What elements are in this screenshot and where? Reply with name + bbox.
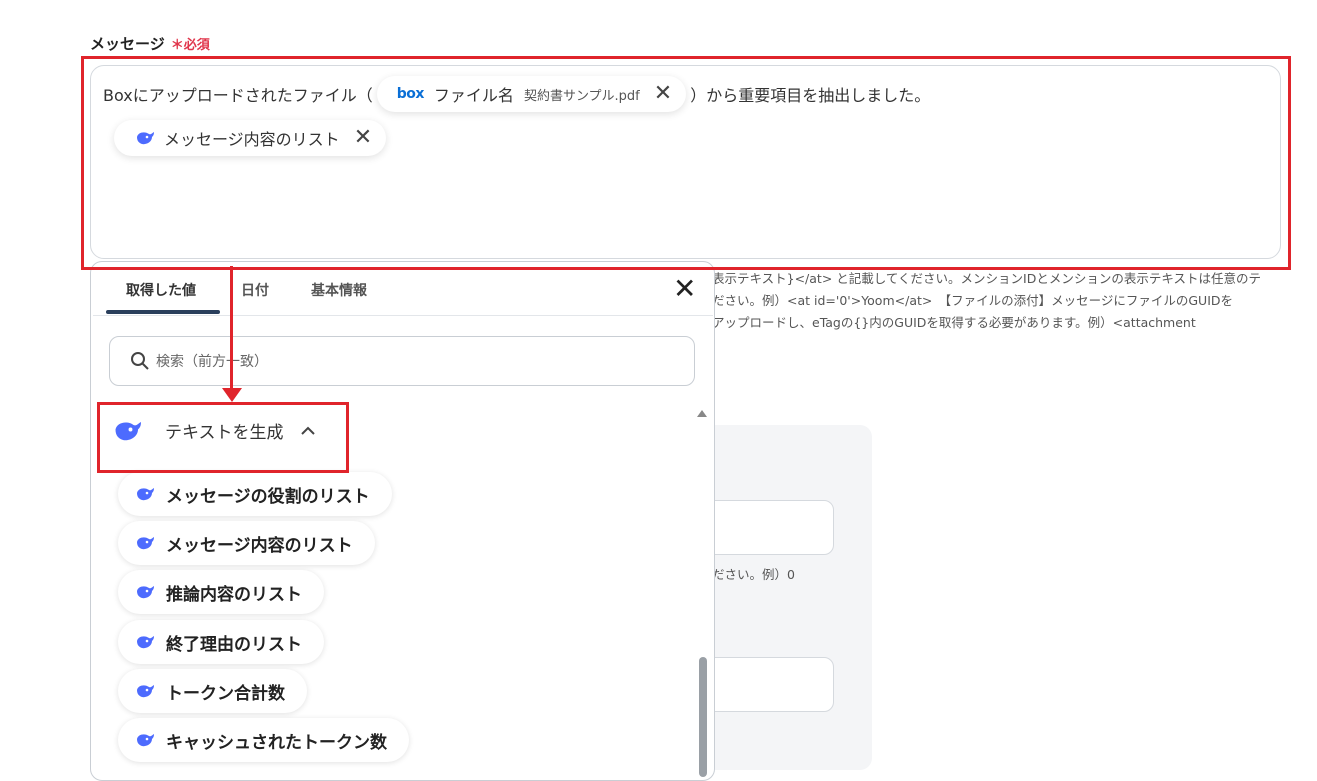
field-label-text: メッセージ bbox=[90, 35, 165, 53]
search-icon bbox=[131, 352, 149, 370]
group-header-text-generation[interactable]: テキストを生成 bbox=[113, 418, 316, 443]
required-mark: ＊必須 bbox=[170, 38, 210, 53]
box-logo-icon: box bbox=[396, 86, 425, 102]
message-prefix: Boxにアップロードされたファイル（ bbox=[103, 86, 373, 105]
remove-icon[interactable]: ✕ bbox=[354, 127, 372, 149]
list-item[interactable]: 終了理由のリスト bbox=[118, 620, 324, 664]
list-item-label: メッセージ内容のリスト bbox=[166, 535, 353, 556]
active-tab-indicator bbox=[106, 310, 220, 314]
pill-label: メッセージ内容のリスト bbox=[164, 130, 340, 149]
deepseek-whale-icon bbox=[137, 685, 154, 698]
deepseek-whale-icon bbox=[137, 132, 154, 145]
message-list-variable-pill[interactable]: メッセージ内容のリスト ✕ bbox=[114, 120, 387, 156]
list-item-label: 終了理由のリスト bbox=[166, 634, 302, 655]
list-item-label: トークン合計数 bbox=[166, 683, 285, 704]
list-item[interactable]: キャッシュされたトークン数 bbox=[118, 718, 409, 762]
list-item[interactable]: 推論内容のリスト bbox=[118, 570, 324, 614]
search-input[interactable]: 検索（前方一致） bbox=[109, 336, 695, 386]
pill-label: ファイル名 bbox=[433, 86, 514, 105]
deepseek-whale-icon bbox=[115, 421, 141, 440]
list-item-label: 推論内容のリスト bbox=[166, 584, 302, 605]
help-text-line: ださい。例）<at id='0'>Yoom</at> 【ファイルの添付】メッセー… bbox=[712, 293, 1234, 308]
deepseek-whale-icon bbox=[137, 537, 154, 550]
list-item-label: キャッシュされたトークン数 bbox=[166, 732, 387, 753]
field-label: メッセージ ＊必須 bbox=[90, 33, 210, 54]
help-text-line: アップロードし、eTagの{}内のGUIDを取得する必要があります。例）<att… bbox=[712, 315, 1196, 330]
annotation-arrow-head bbox=[222, 388, 242, 402]
message-suffix: ）から重要項目を抽出しました。 bbox=[690, 86, 931, 105]
group-label: テキストを生成 bbox=[165, 423, 284, 443]
help-text-line: ださい。例）0 bbox=[712, 567, 795, 582]
scroll-up-icon[interactable] bbox=[697, 410, 707, 417]
annotation-arrow bbox=[230, 266, 233, 390]
list-item[interactable]: トークン合計数 bbox=[118, 669, 307, 713]
help-text-line: 表示テキスト}</at> と記載してください。メンションIDとメンションの表示テ… bbox=[712, 271, 1261, 286]
tab-basic-info[interactable]: 基本情報 bbox=[311, 280, 367, 300]
deepseek-whale-icon bbox=[137, 734, 154, 747]
search-placeholder: 検索（前方一致） bbox=[156, 354, 268, 370]
remove-icon[interactable]: ✕ bbox=[654, 83, 672, 105]
box-file-variable-pill[interactable]: box ファイル名 契約書サンプル.pdf ✕ bbox=[376, 76, 687, 112]
tab-date[interactable]: 日付 bbox=[241, 280, 269, 300]
deepseek-whale-icon bbox=[137, 636, 154, 649]
background-card bbox=[690, 425, 872, 770]
list-item[interactable]: メッセージ内容のリスト bbox=[118, 521, 375, 565]
required-label: 必須 bbox=[183, 38, 210, 53]
pill-sublabel: 契約書サンプル.pdf bbox=[523, 88, 640, 104]
tab-obtained-values[interactable]: 取得した値 bbox=[126, 280, 196, 300]
deepseek-whale-icon bbox=[137, 586, 154, 599]
close-icon[interactable]: ✕ bbox=[673, 275, 696, 303]
chevron-up-icon[interactable] bbox=[300, 426, 316, 436]
deepseek-whale-icon bbox=[137, 488, 154, 501]
list-item-label: メッセージの役割のリスト bbox=[166, 486, 370, 507]
tabs-divider bbox=[93, 315, 713, 316]
list-item[interactable]: メッセージの役割のリスト bbox=[118, 472, 392, 516]
message-line: Boxにアップロードされたファイル（ box ファイル名 契約書サンプル.pdf… bbox=[103, 76, 930, 112]
scrollbar-thumb[interactable] bbox=[699, 657, 707, 777]
